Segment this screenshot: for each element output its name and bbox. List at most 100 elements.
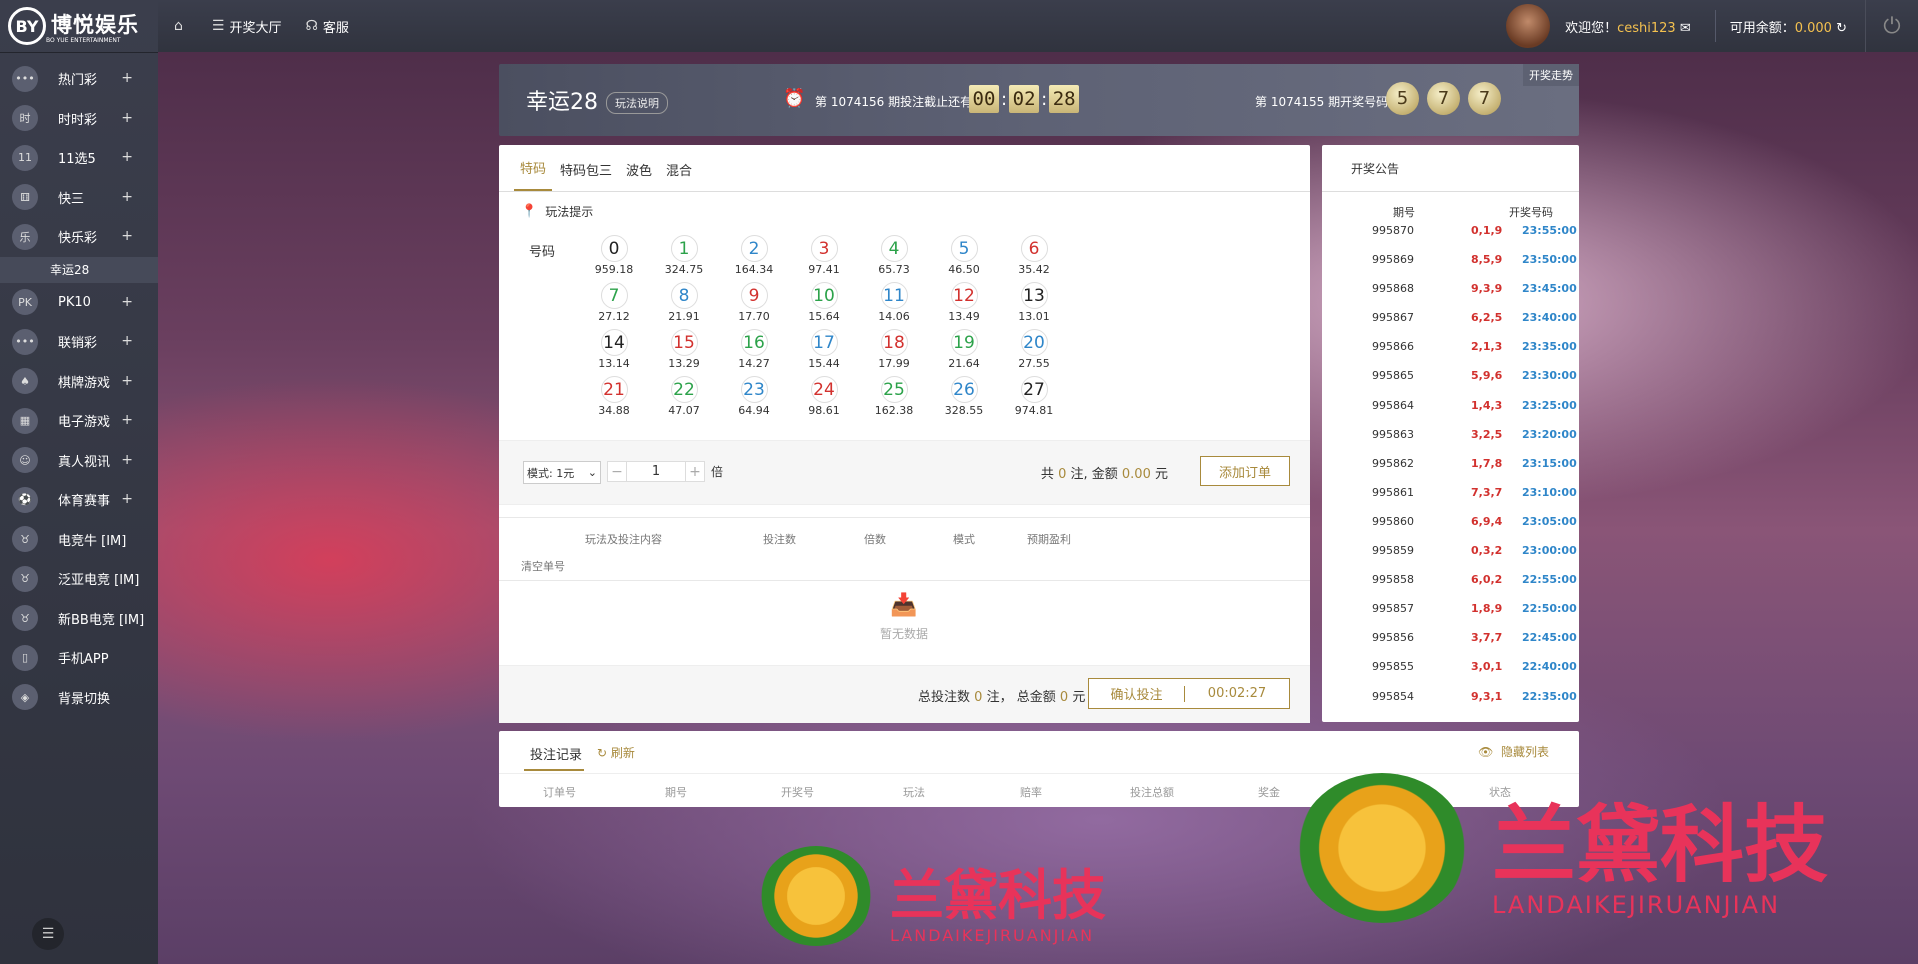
play-tab[interactable]: 特码包三 [554, 160, 618, 191]
number-option[interactable]: 5 46.50 [929, 235, 999, 282]
number-option[interactable]: 12 13.49 [929, 282, 999, 329]
expand-icon[interactable]: + [121, 149, 133, 165]
sidebar-item[interactable]: PK PK10 + [0, 283, 158, 323]
sidebar-item[interactable]: ⚅ 快三 + [0, 178, 158, 218]
trend-link[interactable]: 开奖走势 [1523, 64, 1579, 86]
number-ball[interactable]: 16 [740, 329, 768, 356]
expand-icon[interactable]: + [121, 70, 133, 86]
play-tab[interactable]: 特码 [514, 158, 553, 191]
number-option[interactable]: 20 27.55 [999, 329, 1069, 376]
hide-list-button[interactable]: 👁 隐藏列表 [1478, 743, 1549, 760]
sidebar-item[interactable]: ▦ 电子游戏 + [0, 401, 158, 441]
number-option[interactable]: 2 164.34 [719, 235, 789, 282]
number-option[interactable]: 24 98.61 [789, 376, 859, 423]
mail-icon[interactable]: ✉ [1680, 21, 1691, 36]
number-option[interactable]: 0 959.18 [579, 235, 649, 282]
number-ball[interactable]: 12 [950, 282, 978, 309]
number-ball[interactable]: 23 [740, 376, 768, 403]
number-option[interactable]: 13 13.01 [999, 282, 1069, 329]
number-ball[interactable]: 10 [810, 282, 838, 309]
number-option[interactable]: 10 15.64 [789, 282, 859, 329]
number-option[interactable]: 3 97.41 [789, 235, 859, 282]
avatar[interactable] [1506, 4, 1551, 48]
number-ball[interactable]: 22 [670, 376, 698, 403]
decrement-button[interactable]: − [607, 461, 627, 482]
number-ball[interactable]: 11 [880, 282, 908, 309]
number-option[interactable]: 9 17.70 [719, 282, 789, 329]
number-ball[interactable]: 25 [880, 376, 908, 403]
number-ball[interactable]: 15 [670, 329, 698, 356]
sidebar-item[interactable]: ♉ 泛亚电竞 [IM] [0, 559, 158, 599]
number-ball[interactable]: 5 [950, 235, 978, 262]
refresh-button[interactable]: ↻ 刷新 [597, 744, 635, 761]
expand-icon[interactable]: + [121, 294, 133, 310]
refresh-balance-icon[interactable]: ↻ [1836, 21, 1847, 36]
lottery-lobby-link[interactable]: ☰ 开奖大厅 [212, 17, 282, 36]
play-tab[interactable]: 波色 [620, 160, 658, 191]
number-ball[interactable]: 3 [810, 235, 838, 262]
number-option[interactable]: 17 15.44 [789, 329, 859, 376]
number-option[interactable]: 11 14.06 [859, 282, 929, 329]
expand-icon[interactable]: + [121, 452, 133, 468]
sidebar-subitem-active[interactable]: 幸运28 [0, 256, 158, 283]
expand-icon[interactable]: + [121, 228, 133, 244]
number-option[interactable]: 18 17.99 [859, 329, 929, 376]
number-ball[interactable]: 0 [600, 235, 628, 262]
number-ball[interactable]: 4 [880, 235, 908, 262]
home-button[interactable]: ⌂ [174, 18, 188, 34]
expand-icon[interactable]: + [121, 412, 133, 428]
number-ball[interactable]: 21 [600, 376, 628, 403]
confirm-bet-button[interactable]: 确认投注 00:02:27 [1088, 678, 1290, 709]
sidebar-item[interactable]: ☺ 真人视讯 + [0, 441, 158, 481]
rules-button[interactable]: 玩法说明 [606, 92, 668, 114]
number-option[interactable]: 8 21.91 [649, 282, 719, 329]
expand-icon[interactable]: + [121, 373, 133, 389]
number-ball[interactable]: 7 [600, 282, 628, 309]
number-option[interactable]: 26 328.55 [929, 376, 999, 423]
number-option[interactable]: 16 14.27 [719, 329, 789, 376]
number-ball[interactable]: 17 [810, 329, 838, 356]
number-ball[interactable]: 18 [880, 329, 908, 356]
number-option[interactable]: 14 13.14 [579, 329, 649, 376]
number-ball[interactable]: 26 [950, 376, 978, 403]
sidebar-item[interactable]: 乐 快乐彩 + [0, 217, 158, 257]
brand-logo[interactable]: BY 博悦娱乐 BO YUE ENTERTAINMENT [0, 0, 158, 53]
number-ball[interactable]: 14 [600, 329, 628, 356]
mode-select[interactable]: 模式: 1元 ⌄ [523, 461, 601, 484]
play-tab[interactable]: 混合 [660, 160, 698, 191]
number-option[interactable]: 4 65.73 [859, 235, 929, 282]
expand-icon[interactable]: + [121, 333, 133, 349]
expand-icon[interactable]: + [121, 110, 133, 126]
number-option[interactable]: 15 13.29 [649, 329, 719, 376]
number-ball[interactable]: 27 [1020, 376, 1048, 403]
logout-button[interactable]: ⏻ [1865, 0, 1918, 52]
number-option[interactable]: 1 324.75 [649, 235, 719, 282]
increment-button[interactable]: + [685, 461, 705, 482]
number-option[interactable]: 27 974.81 [999, 376, 1069, 423]
sidebar-item[interactable]: ♉ 新BB电竞 [IM] [0, 599, 158, 639]
play-hint[interactable]: 📍 玩法提示 [521, 203, 593, 220]
number-ball[interactable]: 8 [670, 282, 698, 309]
expand-icon[interactable]: + [121, 491, 133, 507]
number-ball[interactable]: 19 [950, 329, 978, 356]
sidebar-item[interactable]: ♉ 电竞牛 [IM] [0, 520, 158, 560]
sidebar-item[interactable]: ••• 联销彩 + [0, 322, 158, 362]
collapse-sidebar-button[interactable]: ☰ [32, 918, 64, 950]
number-ball[interactable]: 9 [740, 282, 768, 309]
sidebar-item[interactable]: ◈ 背景切换 [0, 678, 158, 718]
number-ball[interactable]: 13 [1020, 282, 1048, 309]
expand-icon[interactable]: + [121, 189, 133, 205]
username[interactable]: ceshi123 [1617, 21, 1676, 36]
records-title[interactable]: 投注记录 [530, 744, 582, 763]
clear-orders-link[interactable]: 清空单号 [521, 558, 565, 574]
sidebar-item[interactable]: ▯ 手机APP [0, 638, 158, 678]
sidebar-item[interactable]: ♠ 棋牌游戏 + [0, 362, 158, 402]
number-option[interactable]: 22 47.07 [649, 376, 719, 423]
sidebar-item[interactable]: ••• 热门彩 + [0, 59, 158, 99]
add-order-button[interactable]: 添加订单 [1200, 456, 1290, 486]
number-ball[interactable]: 20 [1020, 329, 1048, 356]
number-ball[interactable]: 6 [1020, 235, 1048, 262]
customer-service-link[interactable]: ☊ 客服 [305, 17, 348, 36]
sidebar-item[interactable]: 时 时时彩 + [0, 99, 158, 139]
sidebar-item[interactable]: 11 11选5 + [0, 138, 158, 178]
